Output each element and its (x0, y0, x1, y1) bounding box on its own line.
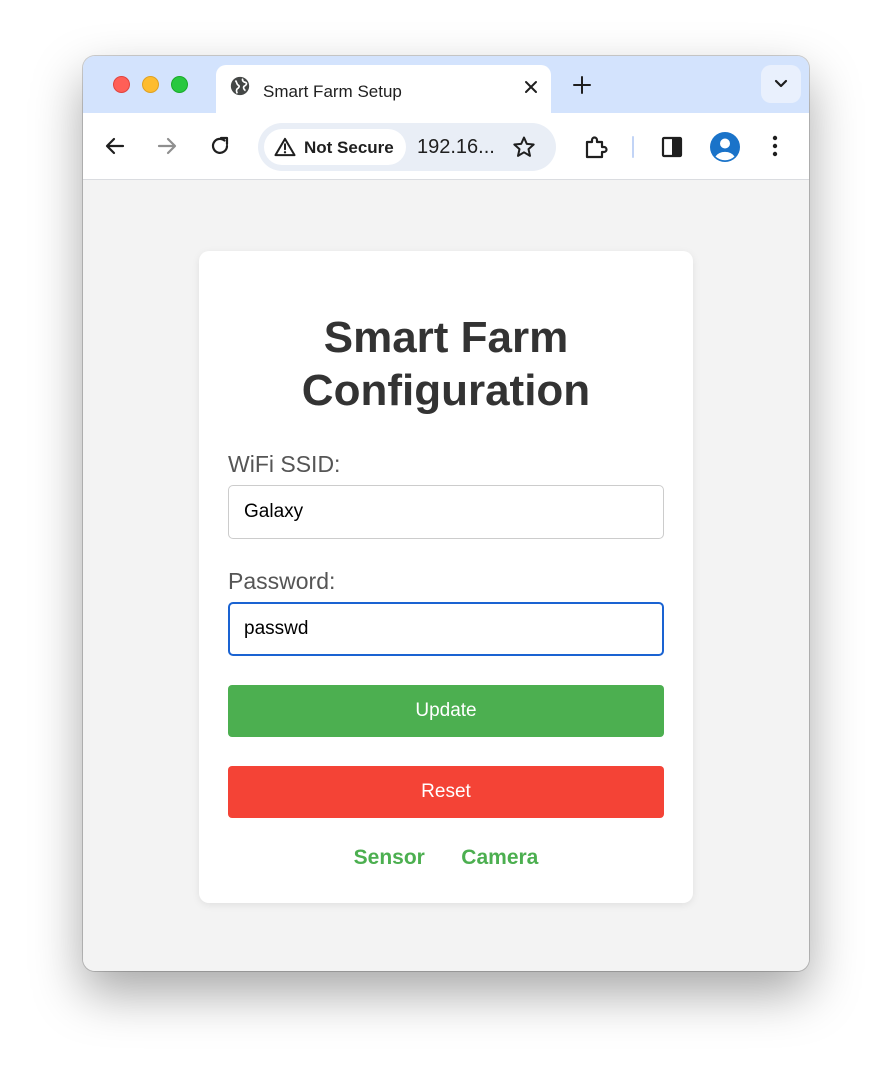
tab-search-button[interactable] (761, 65, 801, 103)
update-button[interactable]: Update (228, 685, 664, 737)
close-icon[interactable] (523, 79, 539, 95)
config-card: Smart Farm Configuration WiFi SSID: Pass… (199, 251, 693, 903)
page-content: Smart Farm Configuration WiFi SSID: Pass… (83, 180, 809, 971)
security-chip[interactable]: Not Secure (264, 129, 406, 165)
footer-links: Sensor Camera (199, 846, 693, 870)
browser-toolbar: Not Secure 192.16... (83, 113, 809, 180)
ssid-input[interactable] (228, 485, 664, 539)
close-window-button[interactable] (113, 76, 130, 93)
back-icon[interactable] (104, 135, 126, 157)
security-label: Not Secure (304, 138, 394, 157)
browser-window: Smart Farm Setup Not Secure 192.16... Sm… (83, 56, 809, 971)
chevron-down-icon (774, 79, 788, 88)
url-text[interactable]: 192.16... (417, 136, 495, 159)
password-label: Password: (228, 568, 336, 594)
tab-strip: Smart Farm Setup (83, 56, 809, 113)
reset-button[interactable]: Reset (228, 766, 664, 818)
maximize-window-button[interactable] (171, 76, 188, 93)
star-icon[interactable] (512, 135, 536, 159)
sensor-link[interactable]: Sensor (354, 846, 425, 869)
password-input[interactable] (228, 602, 664, 656)
toolbar-divider (632, 136, 634, 158)
tab-smart-farm-setup[interactable]: Smart Farm Setup (216, 65, 551, 113)
plus-icon[interactable] (572, 75, 592, 95)
tab-title: Smart Farm Setup (263, 82, 402, 101)
page-title: Smart Farm Configuration (301, 313, 591, 415)
profile-icon[interactable] (710, 132, 740, 162)
warning-icon (274, 137, 296, 157)
address-bar[interactable]: Not Secure 192.16... (258, 123, 556, 171)
ssid-label: WiFi SSID: (228, 451, 341, 477)
kebab-menu-icon[interactable] (772, 135, 778, 157)
globe-icon (230, 76, 250, 96)
camera-link[interactable]: Camera (461, 846, 538, 869)
extensions-icon[interactable] (583, 134, 609, 160)
reload-icon[interactable] (208, 134, 232, 158)
minimize-window-button[interactable] (142, 76, 159, 93)
forward-icon[interactable] (156, 135, 178, 157)
sidepanel-icon[interactable] (661, 136, 683, 158)
